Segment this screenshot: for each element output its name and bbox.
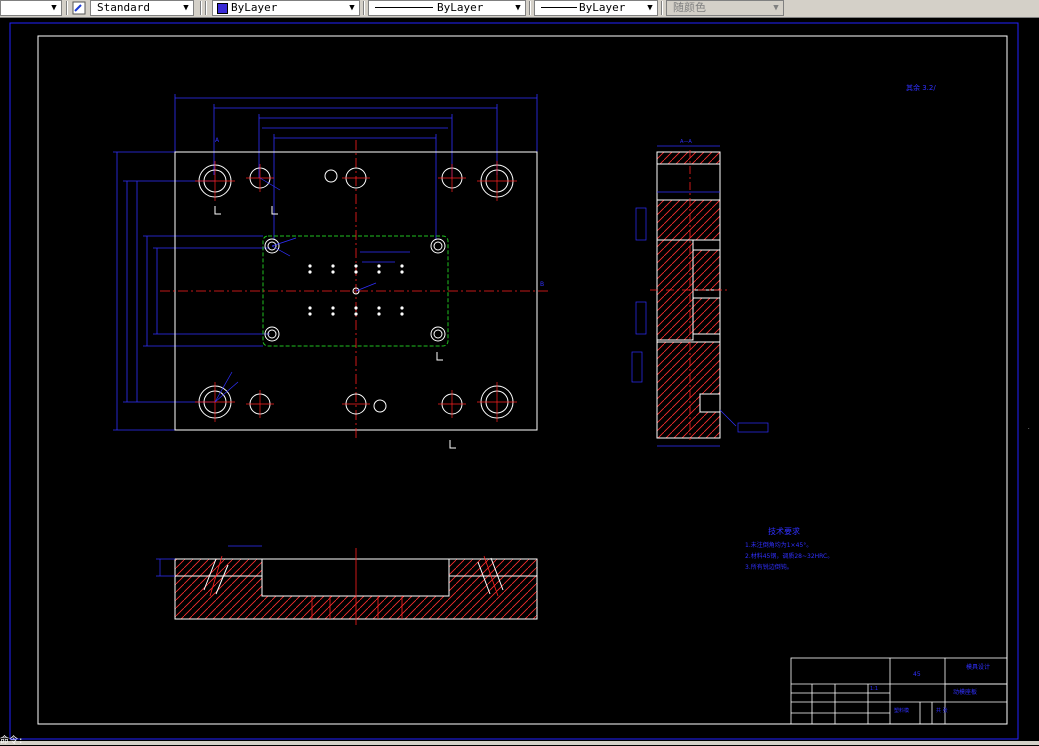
tech-line-2: 2.材料45钢，调质28~32HRC。 [745, 552, 833, 560]
plan-view: A B [113, 94, 550, 449]
toolbar-separator [205, 1, 207, 15]
plot-style-value: 随颜色 [673, 1, 706, 14]
annotations: 其余 3.2/ 技术要求 1.未注倒角均为1×45°。 2.材料45钢，调质28… [745, 83, 936, 571]
text-style-icon [72, 1, 86, 15]
lineweight-sample [541, 7, 577, 8]
toolbar-separator [363, 1, 365, 15]
roughness-note: 其余 3.2/ [906, 83, 936, 92]
title-drawing-name: 动模座板 [953, 688, 977, 696]
bottom-section [156, 545, 538, 625]
chevron-down-icon: ▼ [515, 3, 521, 13]
command-line[interactable]: 命令: [0, 733, 23, 746]
chevron-down-icon: ▼ [773, 3, 779, 13]
title-sheet: 共 张 [936, 707, 948, 714]
chevron-down-icon: ▼ [647, 3, 653, 13]
plot-style-select[interactable]: 随颜色 ▼ [666, 0, 784, 16]
viewport-frame [9, 22, 1019, 740]
lineweight-value: ByLayer [579, 1, 626, 14]
section-mark-a: A [215, 137, 220, 144]
lineweight-select[interactable]: ByLayer ▼ [534, 0, 658, 16]
color-value: ByLayer [231, 1, 278, 14]
linetype-sample [375, 7, 433, 8]
title-material: 45 [913, 671, 921, 678]
text-style-select[interactable]: Standard ▼ [90, 0, 194, 16]
title-company: 模具设计 [966, 663, 990, 671]
chevron-down-icon: ▼ [349, 3, 355, 13]
text-style-value: Standard [97, 1, 150, 14]
previous-dropdown[interactable]: ▼ [0, 0, 62, 16]
toolbar-separator [529, 1, 531, 15]
tech-line-3: 3.所有锐边倒钝。 [745, 563, 793, 571]
linetype-select[interactable]: ByLayer ▼ [368, 0, 526, 16]
chevron-down-icon: ▼ [51, 3, 57, 13]
toolbar-separator [66, 1, 68, 15]
drawing-canvas[interactable]: A B A—A 其余 3.2/ 技术要求 1.未注倒角均为1×45°。 2.材料… [0, 18, 1039, 741]
status-bar [0, 741, 1039, 745]
color-swatch [217, 3, 228, 14]
text-style-icon[interactable] [70, 0, 88, 16]
toolbar-separator [200, 1, 202, 15]
chevron-down-icon: ▼ [183, 3, 189, 13]
side-section: A—A [631, 139, 769, 447]
drawing-border [37, 35, 1008, 725]
title-scale: 1:1 [870, 686, 878, 692]
section-top-label: A—A [680, 139, 692, 145]
color-select[interactable]: ByLayer ▼ [212, 0, 360, 16]
properties-toolbar: ▼ Standard ▼ ByLayer ▼ ByLayer ▼ ByLayer… [0, 0, 1039, 18]
tech-requirements-title: 技术要求 [768, 526, 800, 536]
title-part-name: 塑料模 [894, 707, 909, 714]
tech-line-1: 1.未注倒角均为1×45°。 [745, 541, 812, 549]
linetype-value: ByLayer [437, 1, 484, 14]
svg-text:·: · [1028, 426, 1030, 432]
section-mark-b: B [540, 281, 544, 288]
toolbar-separator [661, 1, 663, 15]
